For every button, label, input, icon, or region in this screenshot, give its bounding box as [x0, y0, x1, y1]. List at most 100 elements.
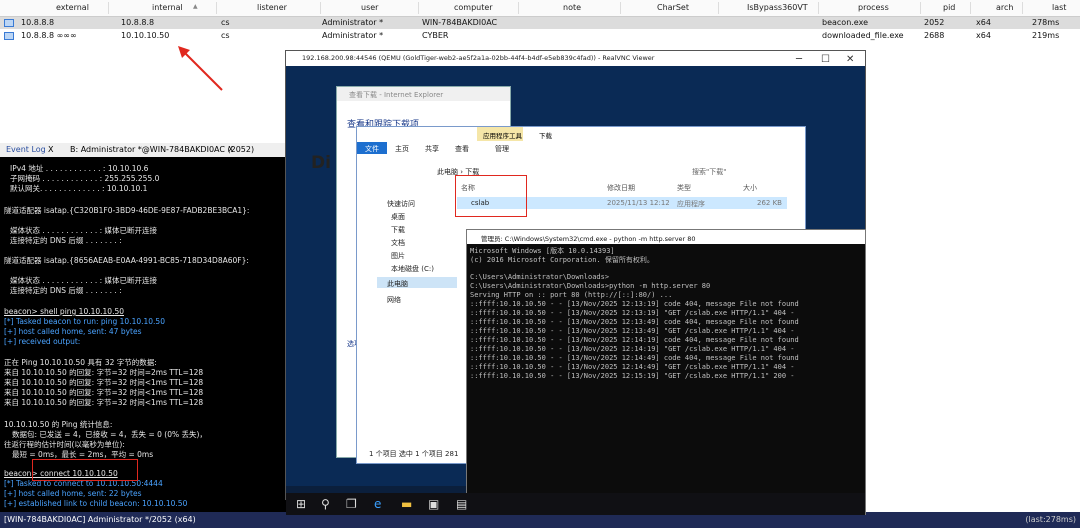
cell-listener: cs [221, 18, 230, 27]
cell-external: 10.8.8.8 [21, 18, 55, 27]
minimize-icon[interactable]: ─ [796, 54, 802, 65]
table-row[interactable]: 10.8.8.8 ∞∞∞ 10.10.10.50 cs Administrato… [0, 30, 1080, 42]
cmd-line: ::ffff:10.10.10.50 - - [13/Nov/2025 12:1… [470, 354, 799, 362]
ie-titlebar[interactable]: 查看下载 - Internet Explorer [337, 87, 510, 101]
col-user[interactable]: user [361, 3, 378, 12]
cmd-line: ::ffff:10.10.10.50 - - [13/Nov/2025 12:1… [470, 372, 795, 380]
console-line: [+] host called home, sent: 47 bytes [4, 327, 142, 336]
console-line: 来自 10.10.10.50 的回复: 字节=32 时间<1ms TTL=128 [4, 398, 204, 407]
nav-local-disk[interactable]: 本地磁盘 (C:) [391, 264, 434, 274]
cmd-line: ::ffff:10.10.10.50 - - [13/Nov/2025 12:1… [470, 300, 799, 308]
tab-manage[interactable]: 管理 [495, 144, 509, 154]
downloads-label: 下载 [539, 132, 552, 140]
cmd-line: (c) 2016 Microsoft Corporation. 保留所有权利。 [470, 256, 654, 264]
col-type[interactable]: 类型 [677, 183, 691, 193]
console-line: 默认网关. . . . . . . . . . . . . : 10.10.10… [10, 184, 148, 193]
cell-last: 219ms [1032, 31, 1060, 40]
cell-arch: x64 [976, 31, 991, 40]
cmd-line: Serving HTTP on :: port 80 (http://[::]:… [470, 291, 673, 299]
vnc-title: 192.168.200.98:44546 (QEMU (GoldTiger-we… [302, 54, 655, 62]
cmd-line: C:\Users\Administrator\Downloads> [470, 273, 610, 281]
vnc-window[interactable]: 192.168.200.98:44546 (QEMU (GoldTiger-we… [285, 50, 866, 515]
app-icon[interactable]: ▤ [456, 497, 467, 511]
cell-internal: 10.8.8.8 [121, 18, 155, 27]
console-line: [*] Tasked beacon to run: ping 10.10.10.… [4, 317, 165, 326]
tools-label: 应用程序工具 [483, 132, 522, 140]
col-isbypass[interactable]: IsBypass360VT [747, 3, 808, 12]
table-row[interactable]: 10.8.8.8 10.8.8.8 cs Administrator * WIN… [0, 17, 1080, 29]
col-listener[interactable]: listener [257, 3, 287, 12]
col-external[interactable]: external [56, 3, 89, 12]
cell-process: beacon.exe [822, 18, 868, 27]
cell-computer: WIN-784BAKDI0AC [422, 18, 498, 27]
file-type: 应用程序 [677, 200, 705, 208]
col-process[interactable]: process [858, 3, 889, 12]
nav-downloads[interactable]: 下载 [391, 225, 405, 235]
beacon-console[interactable]: IPv4 地址 . . . . . . . . . . . . : 10.10.… [0, 157, 290, 512]
cell-external: 10.8.8.8 ∞∞∞ [21, 31, 77, 40]
tab-share[interactable]: 共享 [425, 144, 439, 154]
cmd-title: 管理员: C:\Windows\System32\cmd.exe - pytho… [481, 235, 696, 243]
cell-pid: 2688 [924, 31, 945, 40]
windows-start-icon[interactable]: ⊞ [296, 497, 306, 511]
ie-title: 查看下载 - Internet Explorer [349, 91, 444, 99]
cmd-line: C:\Users\Administrator\Downloads>python … [470, 282, 711, 290]
cmd-window[interactable]: 管理员: C:\Windows\System32\cmd.exe - pytho… [466, 229, 866, 515]
tab-view[interactable]: 查看 [455, 144, 469, 154]
folder-icon[interactable]: ▬ [401, 497, 412, 511]
nav-network[interactable]: 网络 [387, 295, 401, 305]
col-pid[interactable]: pid [943, 3, 955, 12]
ie-icon[interactable]: e [374, 497, 381, 511]
table-header: external internal ▲ listener user comput… [0, 0, 1080, 17]
cmd-titlebar[interactable]: 管理员: C:\Windows\System32\cmd.exe - pytho… [467, 230, 865, 244]
close-icon[interactable]: X [228, 145, 233, 154]
vnc-titlebar[interactable]: 192.168.200.98:44546 (QEMU (GoldTiger-we… [286, 51, 865, 66]
nav-pictures[interactable]: 图片 [391, 251, 405, 261]
nav-quick-access[interactable]: 快速访问 [387, 199, 415, 209]
annotation-highlight [32, 459, 138, 481]
console-line: 隧道适配器 isatap.{8656AEAB-E0AA-4991-BC85-71… [4, 256, 249, 265]
tab-file[interactable]: 文件 [365, 144, 379, 154]
col-last[interactable]: last [1052, 3, 1066, 12]
remote-desktop[interactable]: 查看下载 - Internet Explorer 查看和跟踪下载项 Di 选项 … [286, 66, 866, 515]
maximize-icon[interactable]: ☐ [821, 54, 830, 65]
tab-home[interactable]: 主页 [395, 144, 409, 154]
cmd-icon[interactable]: ▣ [428, 497, 439, 511]
col-size[interactable]: 大小 [743, 183, 757, 193]
monitor-icon [4, 19, 14, 27]
close-icon[interactable]: X [48, 145, 53, 154]
search-icon[interactable]: ⚲ [321, 497, 330, 511]
ie-letter: Di [311, 153, 331, 173]
col-internal[interactable]: internal [152, 3, 183, 12]
explorer-status: 1 个项目 选中 1 个项目 281 [369, 450, 459, 458]
task-view-icon[interactable]: ❐ [346, 497, 357, 511]
windows-taskbar: ⊞ ⚲ ❐ e ▬ ▣ ▤ [286, 493, 865, 515]
cell-arch: x64 [976, 18, 991, 27]
nav-desktop[interactable]: 桌面 [391, 212, 405, 222]
close-icon[interactable]: ✕ [846, 54, 854, 65]
monitor-icon [4, 32, 14, 40]
col-note[interactable]: note [563, 3, 581, 12]
col-arch[interactable]: arch [996, 3, 1013, 12]
tab-event-log[interactable]: Event Log [6, 145, 46, 154]
status-right: (last:278ms) [1025, 515, 1076, 524]
search-input[interactable]: 搜索"下载" [692, 167, 726, 177]
cmd-line: ::ffff:10.10.10.50 - - [13/Nov/2025 12:1… [470, 309, 795, 317]
file-size: 262 KB [757, 199, 782, 207]
nav-this-pc[interactable]: 此电脑 [387, 279, 408, 289]
annotation-highlight [455, 175, 527, 217]
console-line: [+] host called home, sent: 22 bytes [4, 489, 142, 498]
tab-beacon[interactable]: B: Administrator *@WIN-784BAKDI0AC (2052… [70, 145, 254, 154]
col-computer[interactable]: computer [454, 3, 493, 12]
cmd-line: ::ffff:10.10.10.50 - - [13/Nov/2025 12:1… [470, 318, 799, 326]
console-line: 隧道适配器 isatap.{C320B1F0-3BD9-46DE-9E87-FA… [4, 206, 250, 215]
console-command: beacon> shell ping 10.10.10.50 [4, 307, 124, 316]
console-line: 连接特定的 DNS 后缀 . . . . . . . : [10, 236, 122, 245]
console-line: [+] received output: [4, 337, 81, 346]
nav-documents[interactable]: 文档 [391, 238, 405, 248]
col-charset[interactable]: CharSet [657, 3, 689, 12]
console-tabs: Event Log X B: Administrator *@WIN-784BA… [0, 143, 290, 157]
cmd-line: ::ffff:10.10.10.50 - - [13/Nov/2025 12:1… [470, 327, 795, 335]
console-line: 连接特定的 DNS 后缀 . . . . . . . : [10, 286, 122, 295]
col-date[interactable]: 修改日期 [607, 183, 635, 193]
